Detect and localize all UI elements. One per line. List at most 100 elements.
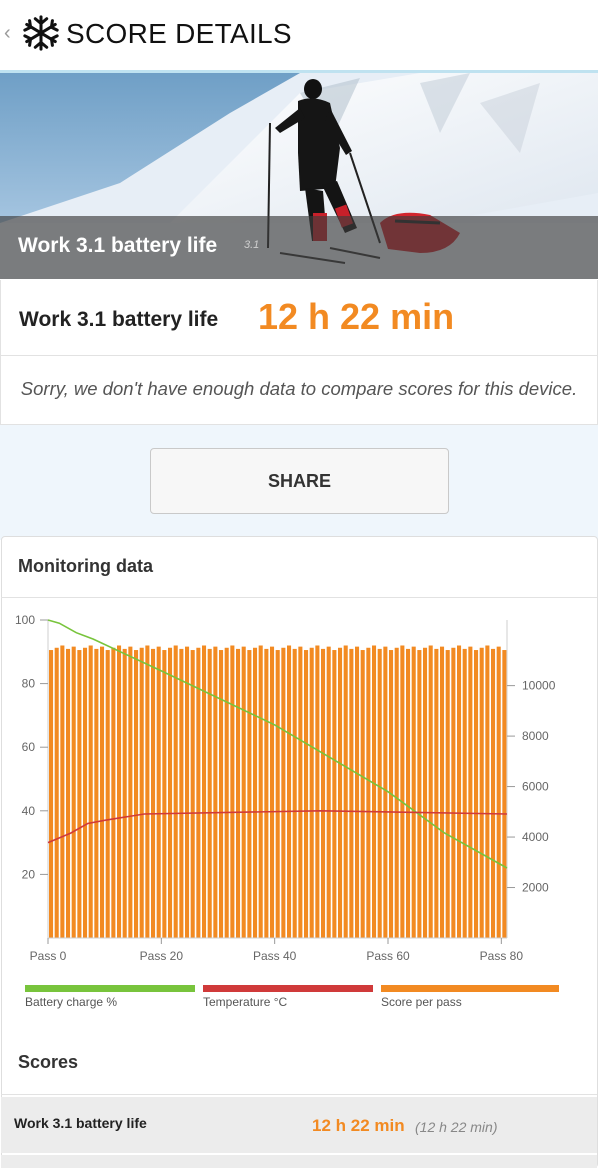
left-tick-label: 40 xyxy=(22,804,36,818)
chart-bar xyxy=(479,647,484,938)
chart-bar xyxy=(383,646,388,938)
snowflake-icon xyxy=(23,15,59,51)
chart-bar xyxy=(162,650,167,938)
chart-bar xyxy=(71,646,76,938)
monitoring-title: Monitoring data xyxy=(18,556,153,576)
score-sub-value: (12 h 22 min) xyxy=(415,1119,498,1135)
result-value: 12 h 22 min xyxy=(258,296,455,337)
hero-title: Work 3.1 battery life xyxy=(18,234,218,257)
right-tick-label: 10000 xyxy=(522,679,556,693)
chart-bar xyxy=(377,648,382,938)
chart-bar xyxy=(117,645,122,938)
chart-bar xyxy=(241,646,246,938)
chart-bar xyxy=(49,650,54,938)
chart-bar xyxy=(213,646,218,938)
chart-bar xyxy=(230,645,235,938)
chart-bar xyxy=(156,646,161,938)
chart-bar xyxy=(457,645,462,938)
chart-bar xyxy=(292,648,297,938)
app-header: ‹ SCORE DETAILS xyxy=(0,0,598,70)
chart-bar xyxy=(338,647,343,938)
chart-bar xyxy=(264,648,269,938)
chart-bar xyxy=(134,650,139,938)
right-tick-label: 2000 xyxy=(522,881,549,895)
result-label: Work 3.1 battery life xyxy=(19,308,219,331)
chart-bar xyxy=(360,650,365,938)
x-tick-label: Pass 20 xyxy=(140,949,184,963)
chart-bar xyxy=(474,650,479,938)
chart-bar xyxy=(298,646,303,938)
chart-bar xyxy=(468,646,473,938)
left-tick-label: 100 xyxy=(15,613,35,627)
left-tick-label: 20 xyxy=(22,867,36,881)
chart-bar xyxy=(207,648,212,938)
chart-bar xyxy=(60,645,65,938)
score-row[interactable]: Work 3.1 battery life 12 h 22 min (12 h … xyxy=(1,1097,597,1153)
chart-bar xyxy=(372,645,377,938)
chart-bar xyxy=(275,650,280,938)
chart-bar xyxy=(77,650,82,938)
chart-bar xyxy=(168,647,173,938)
chart-bar xyxy=(247,650,252,938)
legend-label-score: Score per pass xyxy=(381,995,462,1009)
legend-swatch-score xyxy=(381,985,559,992)
chart-bar xyxy=(287,645,292,938)
chart-bar xyxy=(202,645,207,938)
chart-bar xyxy=(173,645,178,938)
right-tick-label: 4000 xyxy=(522,830,549,844)
share-button[interactable]: SHARE xyxy=(150,448,449,514)
left-tick-label: 80 xyxy=(22,677,36,691)
chart-bar xyxy=(122,648,127,938)
chart-bar xyxy=(66,648,71,938)
chart-bar xyxy=(462,648,467,938)
chart-bar xyxy=(309,647,314,938)
right-tick-label: 6000 xyxy=(522,780,549,794)
legend-label-temperature: Temperature °C xyxy=(203,995,288,1009)
chart-bar xyxy=(128,646,133,938)
legend-swatch-temperature xyxy=(203,985,373,992)
chart-bar xyxy=(219,650,224,938)
chart-bar xyxy=(105,650,110,938)
hero-image: Work 3.1 battery life 3.1 xyxy=(0,73,598,279)
back-icon[interactable]: ‹ xyxy=(4,22,11,45)
chart-bar xyxy=(270,646,275,938)
x-tick-label: Pass 60 xyxy=(366,949,410,963)
chart-bar xyxy=(190,650,195,938)
compare-notice: Sorry, we don't have enough data to comp… xyxy=(0,356,598,425)
chart-bar xyxy=(417,650,422,938)
chart-bar xyxy=(400,645,405,938)
x-tick-label: Pass 0 xyxy=(30,949,67,963)
chart-bar xyxy=(366,647,371,938)
chart-bar xyxy=(394,647,399,938)
chart-bar xyxy=(111,647,116,938)
chart-bar xyxy=(343,645,348,938)
chart-bar xyxy=(179,648,184,938)
x-tick-label: Pass 80 xyxy=(480,949,524,963)
chart-bar xyxy=(349,648,354,938)
chart-bar xyxy=(445,650,450,938)
hero-version: 3.1 xyxy=(244,239,260,251)
monitoring-chart: 100 80 60 40 20 10000 8000 6000 4000 2000 Pass 0 Pa… xyxy=(15,613,556,963)
score-row-next xyxy=(1,1155,597,1168)
chart-bar xyxy=(496,646,501,938)
chart-bar xyxy=(83,647,88,938)
chart-bar xyxy=(304,650,309,938)
chart-bar xyxy=(236,648,241,938)
chart-bar xyxy=(281,647,286,938)
left-tick-label: 60 xyxy=(22,740,36,754)
chart-bar xyxy=(145,645,150,938)
chart-bar xyxy=(253,647,258,938)
chart-bar xyxy=(139,647,144,938)
chart-bar xyxy=(151,648,156,938)
chart-bar xyxy=(485,645,490,938)
chart-bar xyxy=(491,648,496,938)
chart-bar xyxy=(196,647,201,938)
score-value: 12 h 22 min xyxy=(312,1116,405,1135)
chart-bar xyxy=(423,647,428,938)
scores-title: Scores xyxy=(18,1052,79,1072)
legend-label-battery: Battery charge % xyxy=(25,995,118,1009)
chart-bar xyxy=(88,645,93,938)
page-title: SCORE DETAILS xyxy=(66,18,292,49)
chart-bar xyxy=(326,646,331,938)
chart-bar xyxy=(411,646,416,938)
